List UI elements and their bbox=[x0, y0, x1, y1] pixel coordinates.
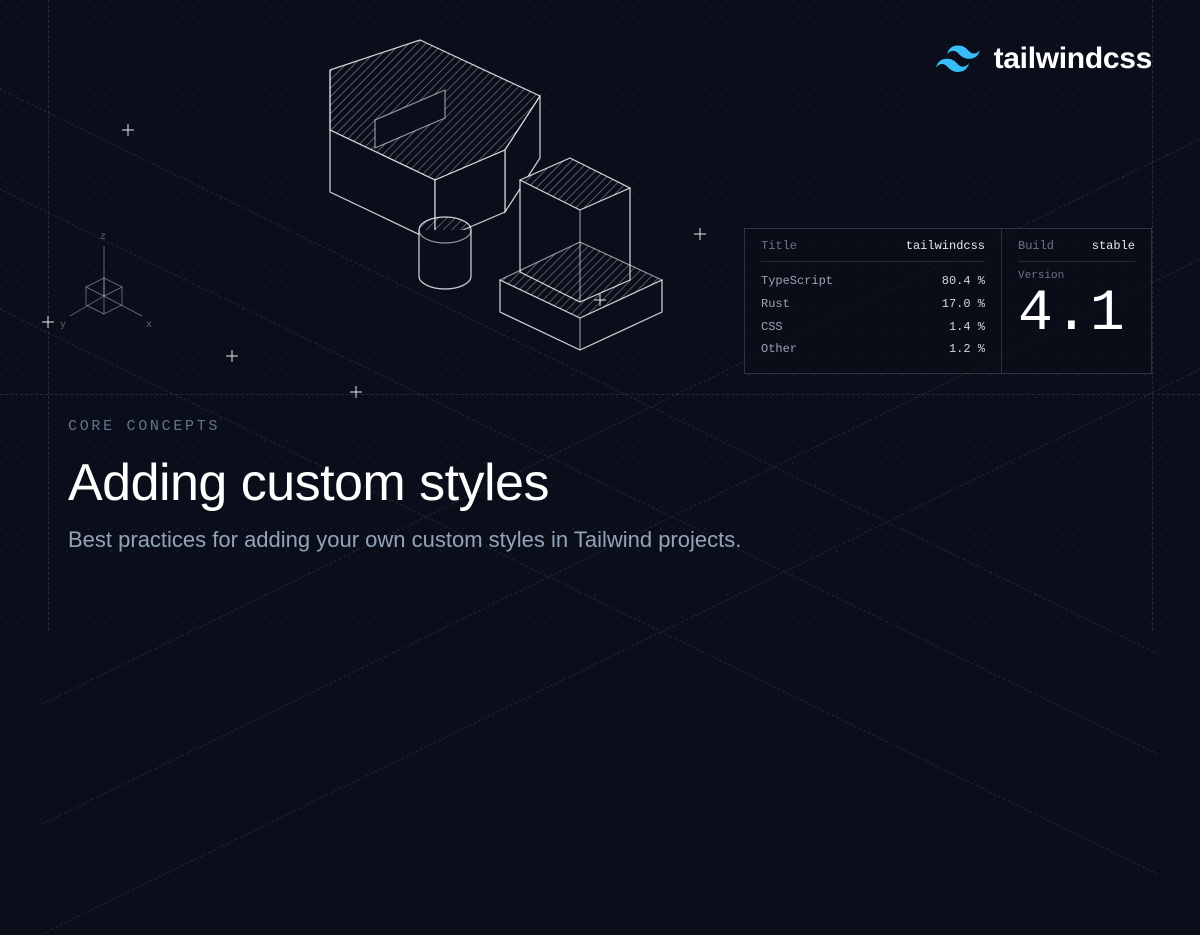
language-row: Rust 17.0 % bbox=[761, 293, 985, 316]
panel-build-label: Build bbox=[1018, 239, 1054, 253]
panel-build: Build stable Version 4.1 bbox=[1001, 229, 1151, 373]
axis-label-y: y bbox=[60, 320, 66, 331]
panel-title-value: tailwindcss bbox=[906, 239, 985, 253]
axes-widget: z y x bbox=[64, 238, 154, 338]
page: tailwindcss bbox=[0, 0, 1200, 630]
axis-label-x: x bbox=[146, 320, 152, 331]
eyebrow: CORE CONCEPTS bbox=[68, 418, 1152, 435]
language-name: Rust bbox=[761, 293, 790, 316]
language-row: CSS 1.4 % bbox=[761, 316, 985, 339]
page-title: Adding custom styles bbox=[68, 453, 1152, 513]
language-row: Other 1.2 % bbox=[761, 338, 985, 361]
tailwind-logo-icon bbox=[936, 45, 980, 73]
language-name: Other bbox=[761, 338, 797, 361]
panel-title-label: Title bbox=[761, 239, 797, 253]
panel-version-label: Version bbox=[1018, 270, 1135, 282]
panel-build-value: stable bbox=[1092, 239, 1135, 253]
iso-guide bbox=[41, 320, 1200, 935]
brand-logo-text: tailwindcss bbox=[994, 42, 1152, 76]
page-subtitle: Best practices for adding your own custo… bbox=[68, 527, 1152, 553]
panel-languages: Title tailwindcss TypeScript 80.4 % Rust 17… bbox=[745, 229, 1001, 373]
brand-logo: tailwindcss bbox=[936, 42, 1152, 76]
language-pct: 17.0 % bbox=[942, 293, 985, 316]
language-name: CSS bbox=[761, 316, 783, 339]
language-pct: 1.2 % bbox=[949, 338, 985, 361]
language-name: TypeScript bbox=[761, 270, 833, 293]
language-row: TypeScript 80.4 % bbox=[761, 270, 985, 293]
version-sculpture bbox=[210, 30, 670, 360]
cross-marker bbox=[42, 316, 54, 328]
panel-version-value: 4.1 bbox=[1018, 284, 1135, 344]
cross-marker bbox=[694, 228, 706, 240]
axis-label-z: z bbox=[100, 232, 106, 243]
language-pct: 1.4 % bbox=[949, 316, 985, 339]
divider-vertical-left bbox=[48, 0, 49, 630]
metadata-panel: Title tailwindcss TypeScript 80.4 % Rust 17… bbox=[744, 228, 1152, 374]
cross-marker bbox=[226, 350, 238, 362]
divider-vertical-right bbox=[1152, 0, 1153, 630]
divider-horizontal bbox=[0, 394, 1200, 395]
cross-marker bbox=[122, 124, 134, 136]
page-content: CORE CONCEPTS Adding custom styles Best … bbox=[68, 418, 1152, 553]
cross-marker bbox=[350, 386, 362, 398]
cross-marker bbox=[594, 294, 606, 306]
language-pct: 80.4 % bbox=[942, 270, 985, 293]
